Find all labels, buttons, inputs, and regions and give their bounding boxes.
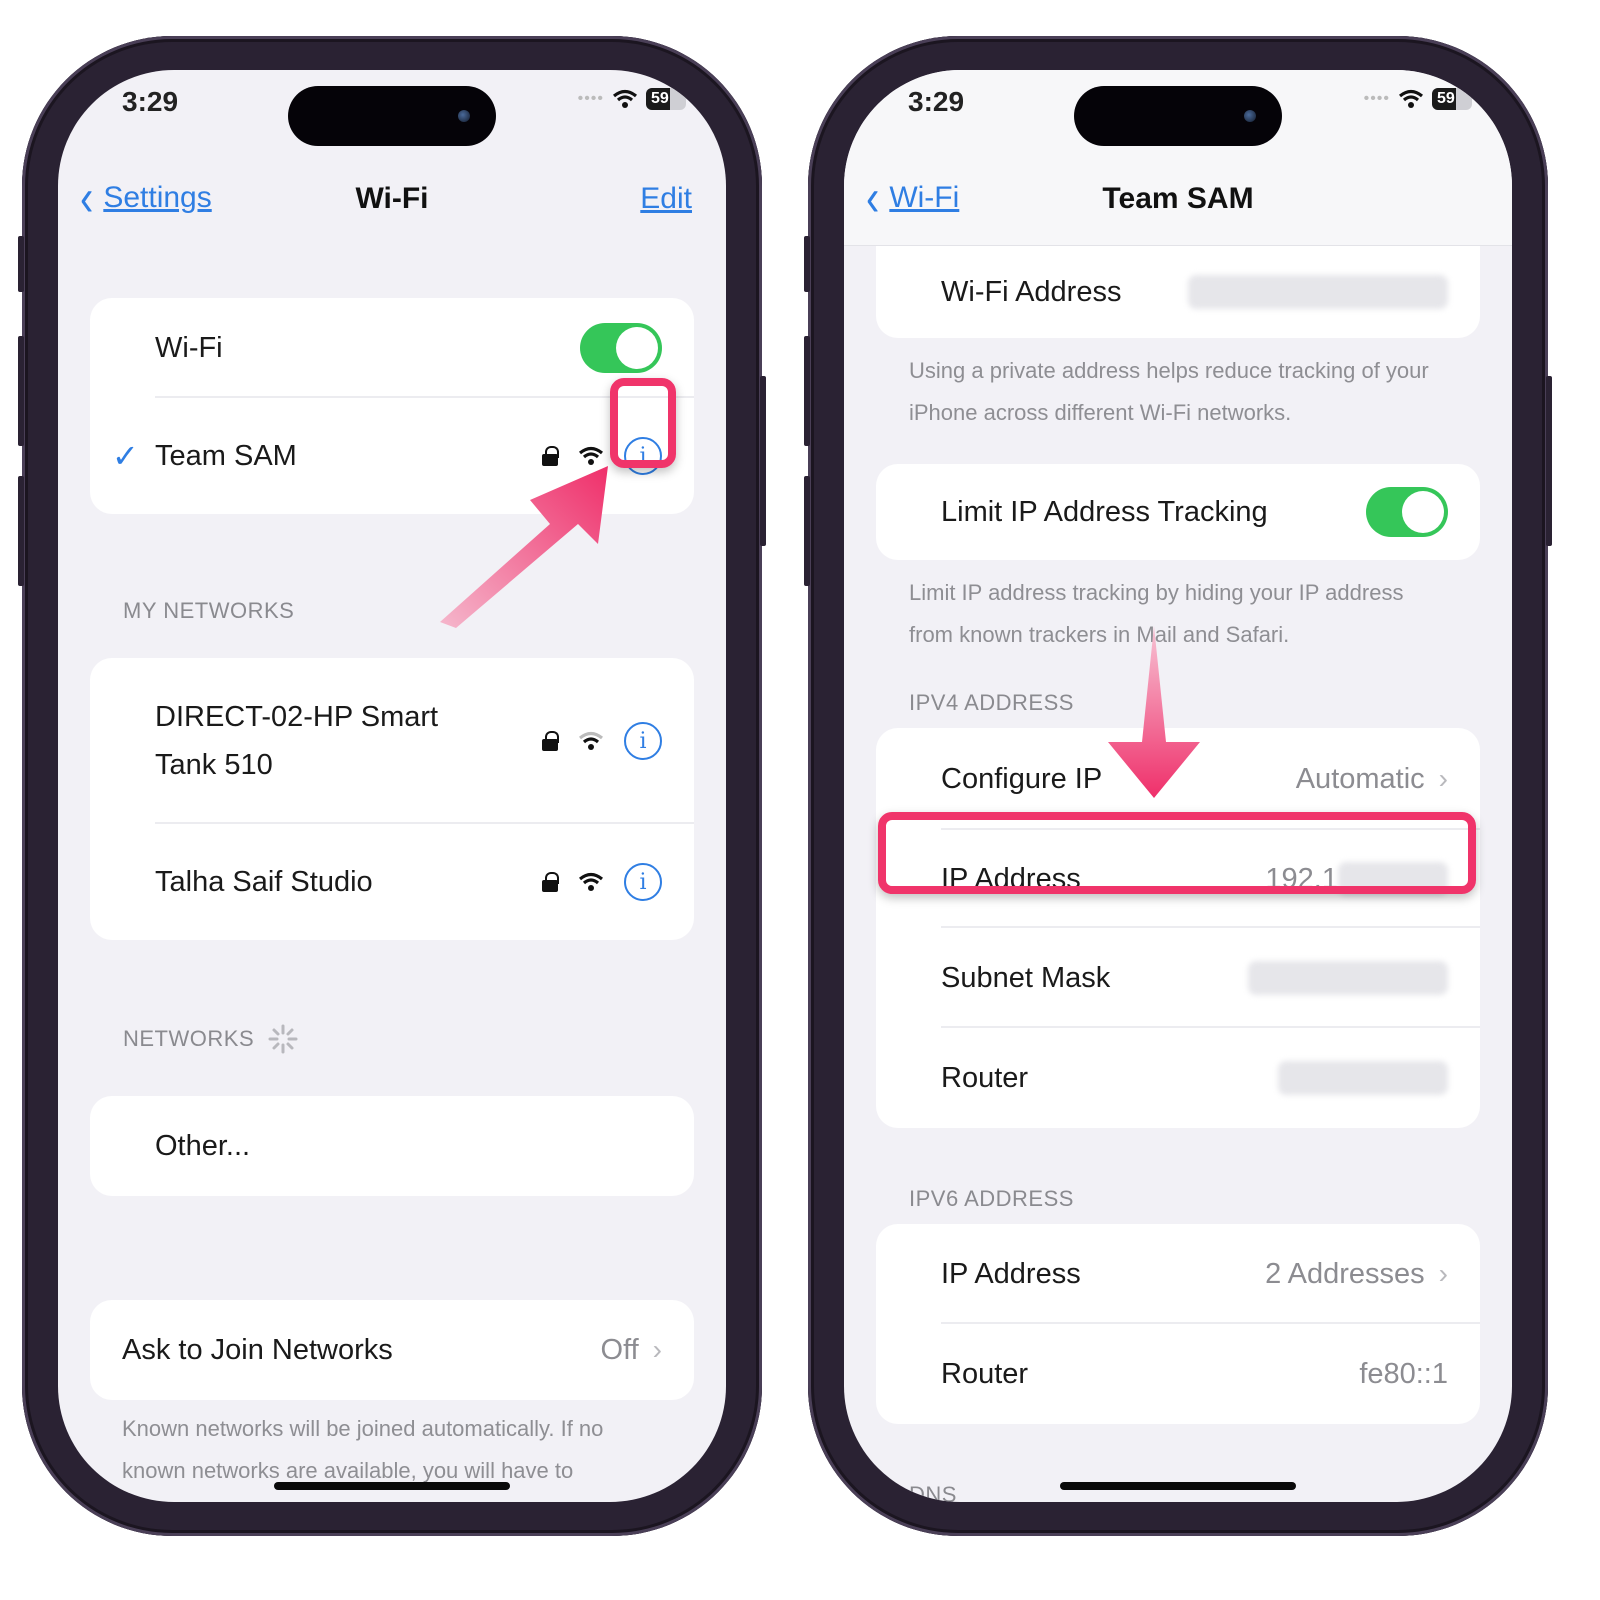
home-indicator[interactable]	[1060, 1482, 1296, 1490]
chevron-right-icon: ›	[1438, 763, 1448, 794]
limit-ip-toggle[interactable]	[1366, 487, 1448, 537]
networks-header-label: NETWORKS	[123, 1026, 255, 1051]
router-label: Router	[941, 1061, 1029, 1094]
checkmark-icon: ✓	[112, 438, 139, 474]
networks-header: NETWORKS	[123, 1024, 298, 1054]
lock-icon	[542, 872, 559, 892]
dns-header: DNS	[909, 1482, 957, 1502]
action-button	[804, 236, 810, 292]
subnet-mask-value-redacted	[1248, 961, 1448, 995]
home-indicator[interactable]	[274, 1482, 510, 1490]
action-button	[18, 236, 24, 292]
camera-icon	[458, 110, 470, 122]
volume-up-button	[18, 336, 24, 446]
network-name-line2: Tank 510	[155, 749, 273, 781]
wifi-signal-icon	[578, 731, 604, 750]
down-arrow-icon	[1108, 626, 1200, 798]
dynamic-island	[1074, 86, 1282, 146]
wifi-address-footer: Using a private address helps reduce tra…	[909, 358, 1429, 425]
volume-down-button	[804, 476, 810, 586]
pointer-arrow-icon	[440, 466, 608, 628]
toggle-knob	[616, 327, 658, 369]
ipv4-header: IPV4 ADDRESS	[909, 690, 1074, 715]
network-name: DIRECT-02-HP Smart Tank 510	[155, 693, 542, 789]
page-title: Wi-Fi	[355, 182, 429, 215]
ask-to-join-label: Ask to Join Networks	[122, 1333, 393, 1366]
info-icon[interactable]: i	[624, 722, 662, 760]
battery-percent: 59	[1437, 90, 1455, 107]
subnet-mask-label: Subnet Mask	[941, 961, 1111, 994]
loading-spinner-icon	[268, 1024, 298, 1054]
ipv6-header: IPV6 ADDRESS	[909, 1186, 1074, 1211]
toggle-knob	[1402, 491, 1444, 533]
ask-to-join-card: Ask to Join Networks Off ›	[90, 1300, 694, 1400]
wifi-address-row: Wi-Fi Address	[876, 246, 1480, 338]
status-icons: •••• 59	[578, 88, 686, 110]
info-icon[interactable]: i	[624, 863, 662, 901]
volume-down-button	[18, 476, 24, 586]
wifi-toggle-label: Wi-Fi	[155, 331, 223, 364]
ipv6-address-label: IP Address	[941, 1257, 1081, 1290]
limit-ip-label: Limit IP Address Tracking	[941, 495, 1268, 528]
ipv6-card: IP Address 2 Addresses › Router fe80::1	[876, 1224, 1480, 1424]
chevron-right-icon: ›	[652, 1334, 662, 1365]
wifi-status-icon	[1398, 89, 1424, 108]
volume-up-button	[804, 336, 810, 446]
subnet-mask-row: Subnet Mask	[876, 928, 1480, 1028]
wifi-status-icon	[612, 89, 638, 108]
other-network-row[interactable]: Other...	[90, 1096, 694, 1196]
wifi-settings-screen: 3:29 •••• 59 ‹ Settings Wi-Fi Edit Wi-Fi…	[58, 70, 726, 1502]
power-button	[760, 376, 766, 546]
network-name-line1: DIRECT-02-HP Smart	[155, 701, 439, 733]
limit-ip-card: Limit IP Address Tracking	[876, 464, 1480, 560]
my-networks-card: DIRECT-02-HP Smart Tank 510 i Talha Saif…	[90, 658, 694, 940]
ipv4-router-row: Router	[876, 1028, 1480, 1128]
edit-button[interactable]: Edit	[640, 182, 692, 216]
dynamic-island	[288, 86, 496, 146]
wifi-address-label: Wi-Fi Address	[941, 275, 1122, 308]
other-label: Other...	[155, 1129, 251, 1162]
ipv6-address-row[interactable]: IP Address 2 Addresses ›	[876, 1224, 1480, 1324]
network-row[interactable]: Talha Saif Studio i	[90, 824, 694, 940]
wifi-signal-icon	[578, 872, 604, 891]
chevron-right-icon: ›	[1438, 1258, 1448, 1289]
status-time: 3:29	[908, 86, 965, 117]
status-time: 3:29	[122, 86, 179, 117]
nav-bar: ‹ Settings Wi-Fi Edit	[58, 166, 726, 246]
left-phone-frame: 3:29 •••• 59 ‹ Settings Wi-Fi Edit Wi-Fi…	[18, 36, 766, 1536]
ask-to-join-row[interactable]: Ask to Join Networks Off ›	[90, 1300, 694, 1400]
power-button	[1546, 376, 1552, 546]
other-networks-card: Other...	[90, 1096, 694, 1196]
signal-dots-icon: ••••	[577, 90, 604, 107]
signal-dots-icon: ••••	[1363, 90, 1390, 107]
lock-icon	[542, 731, 559, 751]
configure-ip-value: Automatic	[1295, 762, 1425, 795]
battery-icon: 59	[1432, 88, 1472, 110]
status-icons: •••• 59	[1364, 88, 1472, 110]
ip-address-highlight	[878, 812, 1476, 894]
network-name: Talha Saif Studio	[155, 865, 373, 898]
nav-bar: ‹ Wi-Fi Team SAM	[844, 166, 1512, 246]
ipv6-router-row: Router fe80::1	[876, 1324, 1480, 1424]
network-row[interactable]: DIRECT-02-HP Smart Tank 510 i	[90, 658, 694, 824]
my-networks-header: MY NETWORKS	[123, 598, 295, 623]
router-value-redacted	[1278, 1061, 1448, 1095]
wifi-address-value-redacted	[1188, 275, 1448, 309]
ipv6-router-value: fe80::1	[1359, 1357, 1448, 1390]
camera-icon	[1244, 110, 1256, 122]
battery-icon: 59	[646, 88, 686, 110]
page-title: Team SAM	[1102, 182, 1254, 215]
wifi-toggle[interactable]	[580, 323, 662, 373]
wifi-address-card: Wi-Fi Address	[876, 246, 1480, 338]
battery-percent: 59	[651, 90, 669, 107]
ask-to-join-value: Off	[600, 1333, 639, 1366]
wifi-toggle-row: Wi-Fi	[90, 298, 694, 398]
ipv6-address-value: 2 Addresses	[1265, 1257, 1425, 1290]
ipv6-router-label: Router	[941, 1357, 1029, 1390]
limit-ip-row: Limit IP Address Tracking	[876, 464, 1480, 560]
